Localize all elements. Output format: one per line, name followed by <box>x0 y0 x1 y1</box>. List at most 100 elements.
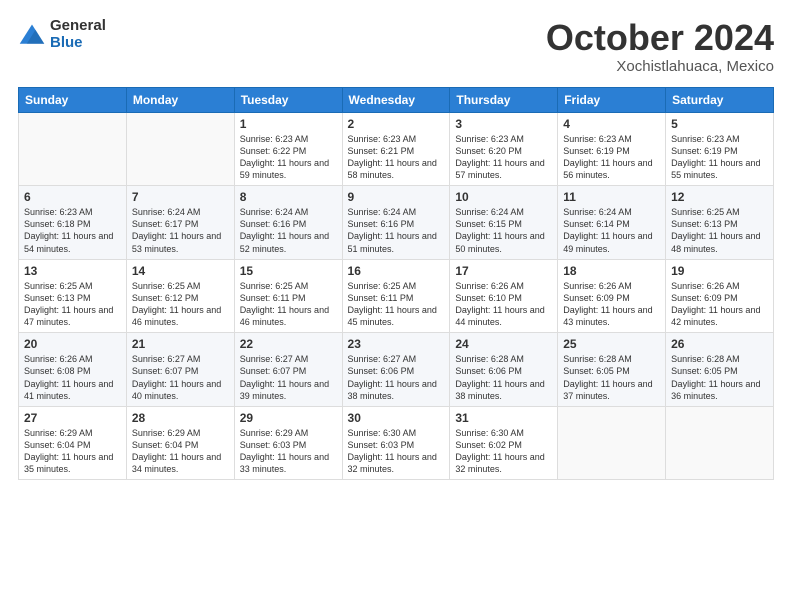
day-info: Sunrise: 6:23 AMSunset: 6:22 PMDaylight:… <box>240 133 337 182</box>
table-row: 15Sunrise: 6:25 AMSunset: 6:11 PMDayligh… <box>234 259 342 333</box>
sunrise-text: Sunrise: 6:25 AM <box>671 206 768 218</box>
table-row: 6Sunrise: 6:23 AMSunset: 6:18 PMDaylight… <box>19 186 127 260</box>
sunrise-text: Sunrise: 6:26 AM <box>455 280 552 292</box>
daylight-text: Daylight: 11 hours and 38 minutes. <box>455 378 552 402</box>
title-month: October 2024 <box>546 18 774 58</box>
title-block: October 2024 Xochistlahuaca, Mexico <box>546 18 774 75</box>
day-number: 7 <box>132 190 229 204</box>
daylight-text: Daylight: 11 hours and 46 minutes. <box>240 304 337 328</box>
sunset-text: Sunset: 6:07 PM <box>240 365 337 377</box>
day-number: 16 <box>348 264 445 278</box>
sunset-text: Sunset: 6:18 PM <box>24 218 121 230</box>
sunset-text: Sunset: 6:15 PM <box>455 218 552 230</box>
daylight-text: Daylight: 11 hours and 57 minutes. <box>455 157 552 181</box>
sunrise-text: Sunrise: 6:23 AM <box>671 133 768 145</box>
table-row: 24Sunrise: 6:28 AMSunset: 6:06 PMDayligh… <box>450 333 558 407</box>
sunrise-text: Sunrise: 6:24 AM <box>240 206 337 218</box>
sunset-text: Sunset: 6:09 PM <box>563 292 660 304</box>
sunset-text: Sunset: 6:19 PM <box>563 145 660 157</box>
day-info: Sunrise: 6:27 AMSunset: 6:07 PMDaylight:… <box>240 353 337 402</box>
day-info: Sunrise: 6:23 AMSunset: 6:21 PMDaylight:… <box>348 133 445 182</box>
daylight-text: Daylight: 11 hours and 45 minutes. <box>348 304 445 328</box>
table-row: 2 Sunrise: 6:23 AMSunset: 6:21 PMDaylight… <box>342 112 450 186</box>
table-row: 3Sunrise: 6:23 AMSunset: 6:20 PMDaylight… <box>450 112 558 186</box>
day-info: Sunrise: 6:29 AMSunset: 6:04 PMDaylight:… <box>132 427 229 476</box>
col-friday: Friday <box>558 87 666 112</box>
table-row: 12Sunrise: 6:25 AMSunset: 6:13 PMDayligh… <box>666 186 774 260</box>
sunrise-text: Sunrise: 6:26 AM <box>671 280 768 292</box>
sunset-text: Sunset: 6:14 PM <box>563 218 660 230</box>
sunset-text: Sunset: 6:21 PM <box>348 145 445 157</box>
table-row: 11Sunrise: 6:24 AMSunset: 6:14 PMDayligh… <box>558 186 666 260</box>
day-number: 3 <box>455 117 552 131</box>
daylight-text: Daylight: 11 hours and 47 minutes. <box>24 304 121 328</box>
col-sunday: Sunday <box>19 87 127 112</box>
col-tuesday: Tuesday <box>234 87 342 112</box>
daylight-text: Daylight: 11 hours and 37 minutes. <box>563 378 660 402</box>
sunset-text: Sunset: 6:09 PM <box>671 292 768 304</box>
day-number: 14 <box>132 264 229 278</box>
table-row <box>666 406 774 480</box>
logo-general-text: General <box>50 18 106 35</box>
sunrise-text: Sunrise: 6:23 AM <box>24 206 121 218</box>
day-info: Sunrise: 6:25 AMSunset: 6:11 PMDaylight:… <box>240 280 337 329</box>
sunrise-text: Sunrise: 6:30 AM <box>348 427 445 439</box>
day-info: Sunrise: 6:25 AMSunset: 6:11 PMDaylight:… <box>348 280 445 329</box>
sunrise-text: Sunrise: 6:28 AM <box>455 353 552 365</box>
sunset-text: Sunset: 6:05 PM <box>563 365 660 377</box>
daylight-text: Daylight: 11 hours and 49 minutes. <box>563 230 660 254</box>
day-info: Sunrise: 6:28 AMSunset: 6:06 PMDaylight:… <box>455 353 552 402</box>
col-monday: Monday <box>126 87 234 112</box>
sunrise-text: Sunrise: 6:23 AM <box>240 133 337 145</box>
logo-blue-text: Blue <box>50 35 106 52</box>
sunrise-text: Sunrise: 6:28 AM <box>671 353 768 365</box>
day-info: Sunrise: 6:26 AMSunset: 6:09 PMDaylight:… <box>563 280 660 329</box>
day-info: Sunrise: 6:25 AMSunset: 6:12 PMDaylight:… <box>132 280 229 329</box>
table-row: 4Sunrise: 6:23 AMSunset: 6:19 PMDaylight… <box>558 112 666 186</box>
daylight-text: Daylight: 11 hours and 40 minutes. <box>132 378 229 402</box>
day-info: Sunrise: 6:29 AMSunset: 6:03 PMDaylight:… <box>240 427 337 476</box>
sunset-text: Sunset: 6:12 PM <box>132 292 229 304</box>
table-row: 22Sunrise: 6:27 AMSunset: 6:07 PMDayligh… <box>234 333 342 407</box>
page: General Blue October 2024 Xochistlahuaca… <box>0 0 792 612</box>
day-number: 9 <box>348 190 445 204</box>
table-row: 23Sunrise: 6:27 AMSunset: 6:06 PMDayligh… <box>342 333 450 407</box>
day-info: Sunrise: 6:27 AMSunset: 6:06 PMDaylight:… <box>348 353 445 402</box>
sunset-text: Sunset: 6:04 PM <box>24 439 121 451</box>
day-number: 2 <box>348 117 445 131</box>
sunrise-text: Sunrise: 6:27 AM <box>348 353 445 365</box>
daylight-text: Daylight: 11 hours and 32 minutes. <box>348 451 445 475</box>
sunset-text: Sunset: 6:06 PM <box>455 365 552 377</box>
sunrise-text: Sunrise: 6:30 AM <box>455 427 552 439</box>
day-info: Sunrise: 6:26 AMSunset: 6:09 PMDaylight:… <box>671 280 768 329</box>
sunrise-text: Sunrise: 6:25 AM <box>132 280 229 292</box>
daylight-text: Daylight: 11 hours and 43 minutes. <box>563 304 660 328</box>
day-number: 28 <box>132 411 229 425</box>
sunset-text: Sunset: 6:07 PM <box>132 365 229 377</box>
daylight-text: Daylight: 11 hours and 42 minutes. <box>671 304 768 328</box>
sunrise-text: Sunrise: 6:26 AM <box>563 280 660 292</box>
calendar-week-1: 1Sunrise: 6:23 AMSunset: 6:22 PMDaylight… <box>19 112 774 186</box>
sunrise-text: Sunrise: 6:24 AM <box>348 206 445 218</box>
day-info: Sunrise: 6:23 AMSunset: 6:19 PMDaylight:… <box>563 133 660 182</box>
calendar-week-4: 20Sunrise: 6:26 AMSunset: 6:08 PMDayligh… <box>19 333 774 407</box>
sunrise-text: Sunrise: 6:29 AM <box>24 427 121 439</box>
calendar-header-row: Sunday Monday Tuesday Wednesday Thursday… <box>19 87 774 112</box>
sunset-text: Sunset: 6:02 PM <box>455 439 552 451</box>
daylight-text: Daylight: 11 hours and 32 minutes. <box>455 451 552 475</box>
calendar-week-2: 6Sunrise: 6:23 AMSunset: 6:18 PMDaylight… <box>19 186 774 260</box>
sunset-text: Sunset: 6:16 PM <box>240 218 337 230</box>
table-row: 26Sunrise: 6:28 AMSunset: 6:05 PMDayligh… <box>666 333 774 407</box>
sunrise-text: Sunrise: 6:23 AM <box>455 133 552 145</box>
table-row: 21Sunrise: 6:27 AMSunset: 6:07 PMDayligh… <box>126 333 234 407</box>
day-info: Sunrise: 6:30 AMSunset: 6:02 PMDaylight:… <box>455 427 552 476</box>
sunrise-text: Sunrise: 6:27 AM <box>132 353 229 365</box>
table-row: 8Sunrise: 6:24 AMSunset: 6:16 PMDaylight… <box>234 186 342 260</box>
sunset-text: Sunset: 6:11 PM <box>348 292 445 304</box>
sunrise-text: Sunrise: 6:24 AM <box>132 206 229 218</box>
daylight-text: Daylight: 11 hours and 38 minutes. <box>348 378 445 402</box>
col-wednesday: Wednesday <box>342 87 450 112</box>
sunset-text: Sunset: 6:19 PM <box>671 145 768 157</box>
sunrise-text: Sunrise: 6:23 AM <box>563 133 660 145</box>
day-info: Sunrise: 6:26 AMSunset: 6:08 PMDaylight:… <box>24 353 121 402</box>
